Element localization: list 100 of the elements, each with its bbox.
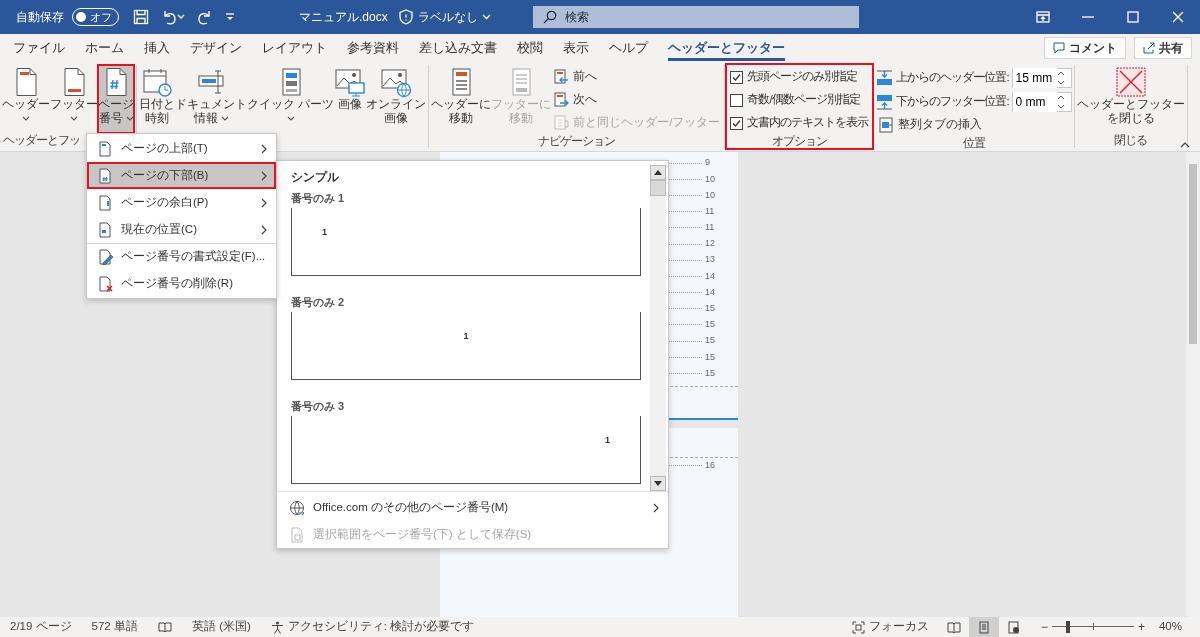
group-label: オプション (771, 134, 827, 149)
line-number: 10 (705, 172, 716, 186)
footer-button[interactable]: フッター (50, 65, 98, 133)
scroll-down-button[interactable] (650, 476, 666, 491)
status-text: 572 単語 (90, 619, 139, 635)
spin-field[interactable]: 0 mm (1011, 91, 1072, 112)
search-icon (542, 10, 557, 24)
online-picture-button[interactable]: オンライン 画像 (366, 65, 427, 133)
zoom-in-button[interactable]: + (1133, 618, 1149, 636)
ribbon-tab[interactable]: ホーム (75, 34, 134, 62)
line-number: 14 (705, 269, 716, 283)
ribbon-tab[interactable]: ファイル (3, 34, 75, 62)
focus-icon (851, 620, 865, 634)
comment-button[interactable]: コメント (1044, 37, 1126, 59)
align-tab-button[interactable]: 整列タブの挿入 (876, 114, 1072, 136)
ribbon-tab[interactable]: 差し込み文書 (409, 34, 507, 62)
caret-icon (22, 115, 30, 122)
slider-thumb[interactable] (1066, 621, 1071, 633)
scrollbar[interactable] (1186, 152, 1200, 617)
scrollbar-thumb[interactable] (1189, 164, 1197, 344)
quick-parts-button[interactable]: クイック パーツ (247, 65, 335, 133)
caret-icon (220, 115, 229, 122)
scrollbar-thumb[interactable] (650, 180, 666, 196)
page-number: 1 (322, 228, 327, 237)
page-number-button[interactable]: ページ 番号 (98, 65, 134, 133)
line-number: 15 (705, 318, 716, 332)
spin-arrows-icon (1056, 94, 1065, 109)
page-preview[interactable]: 1 (291, 416, 641, 484)
save-selection-icon (289, 527, 305, 543)
menu-item[interactable]: 現在の位置(C) (87, 216, 276, 243)
accessibility-icon (270, 620, 284, 634)
ribbon-tab[interactable]: 表示 (553, 34, 599, 62)
caret-icon (481, 14, 491, 20)
scroll-down-icon (654, 481, 662, 486)
previous-icon (553, 69, 570, 85)
ribbon-tab[interactable]: 挿入 (134, 34, 180, 62)
line-number: 14 (705, 285, 716, 299)
focus-button[interactable]: フォーカス (841, 618, 939, 636)
book-icon (157, 621, 172, 633)
zoom-level: 40% (1157, 619, 1183, 635)
checkbox-option[interactable]: 文書内のテキストを表示 (730, 112, 869, 134)
page-preview[interactable]: 1 (291, 312, 641, 380)
ribbon-tab[interactable]: レイアウト (252, 34, 337, 62)
page-current-icon (97, 222, 113, 238)
checkbox-option[interactable]: 奇数/偶数ページ別指定 (730, 89, 869, 111)
save-icon (133, 9, 149, 25)
header-button[interactable]: ヘッダー (2, 65, 50, 133)
ribbon-tab[interactable]: 参考資料 (337, 34, 409, 62)
calendar-clock-button[interactable]: 日付と 時刻 (139, 65, 175, 133)
caret-icon (70, 115, 78, 122)
scroll-up-button[interactable] (650, 165, 666, 180)
chevron-right-icon (261, 171, 268, 181)
search-field[interactable]: 検索 (564, 8, 825, 26)
checkbox[interactable] (730, 93, 744, 107)
search-box[interactable]: 検索 (532, 6, 859, 28)
line-number: 13 (705, 253, 716, 267)
caret-icon (177, 14, 185, 20)
web-layout-icon (1006, 620, 1021, 634)
scrollbar[interactable] (650, 165, 666, 491)
menu-item[interactable]: ページの上部(T) (87, 135, 276, 162)
close-button[interactable]: ヘッダーとフッター を閉じる (1076, 65, 1185, 133)
zoom-out-button[interactable]: − (1036, 618, 1052, 636)
spin-field[interactable]: 15 mm (1011, 67, 1072, 88)
chevron-right-icon (653, 503, 660, 513)
shield-icon (397, 9, 414, 25)
line-number: 11 (705, 204, 716, 218)
collapse-ribbon-button[interactable] (1180, 141, 1190, 148)
menu-item[interactable]: Office.com のその他のページ番号(M) (277, 494, 668, 521)
calendar-clock-icon (141, 66, 173, 98)
chevron-right-icon (261, 225, 268, 235)
menu-item[interactable]: ページの下部(B) (87, 162, 276, 189)
next-button[interactable]: 次へ (551, 89, 723, 111)
checkbox[interactable] (730, 70, 744, 84)
ribbon-display-icon (1035, 10, 1050, 24)
picture-button[interactable]: 画像 (334, 65, 367, 133)
document-info-button[interactable]: ドキュメント 情報 (175, 65, 247, 133)
checkbox-option[interactable]: 先頭ページのみ別指定 (730, 66, 869, 88)
ribbon-tab[interactable]: 校閲 (507, 34, 553, 62)
sensitivity-button[interactable]: ラベルなし (391, 0, 497, 34)
menu-item[interactable]: ページ番号の削除(R) (87, 270, 276, 297)
line-number: 12 (705, 237, 716, 251)
ribbon-tab[interactable]: ヘルプ (599, 34, 658, 62)
picture-icon (334, 66, 367, 98)
share-button[interactable]: 共有 (1134, 37, 1192, 59)
field-label: 下からのフッター位置: (896, 93, 1009, 109)
status-text: 英語 (米国) (190, 619, 252, 635)
menu-item[interactable]: ページの余白(P) (87, 189, 276, 216)
line-number: 10 (705, 188, 716, 202)
menu-item[interactable]: ページ番号の書式設定(F)... (87, 243, 276, 270)
accessibility-button[interactable]: アクセシビリティ: 検討が必要です (260, 618, 485, 636)
header-button[interactable]: ヘッダーに 移動 (431, 65, 492, 134)
checkbox[interactable] (730, 116, 744, 130)
gallery-item-label: 番号のみ 3 (291, 399, 346, 414)
ribbon-tab[interactable]: デザイン (180, 34, 252, 62)
close-icon (1170, 10, 1185, 24)
spin-arrows-icon (1056, 70, 1065, 85)
ribbon-tab[interactable]: ヘッダーとフッター (658, 34, 795, 62)
footer-position-icon (876, 93, 894, 110)
previous-button[interactable]: 前へ (551, 66, 723, 88)
page-preview[interactable]: 1 (291, 208, 641, 276)
